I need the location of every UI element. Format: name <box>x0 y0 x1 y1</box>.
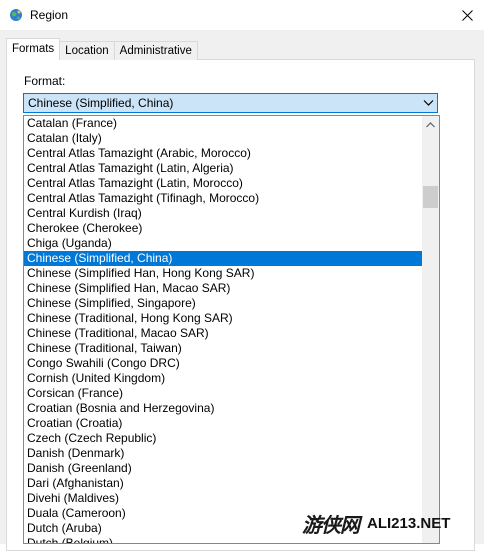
format-option[interactable]: Dari (Afghanistan) <box>24 476 422 491</box>
format-option[interactable]: Central Atlas Tamazight (Latin, Algeria) <box>24 161 422 176</box>
chevron-up-icon <box>426 121 435 127</box>
format-option[interactable]: Central Kurdish (Iraq) <box>24 206 422 221</box>
scroll-thumb[interactable] <box>423 186 438 208</box>
format-option[interactable]: Cherokee (Cherokee) <box>24 221 422 236</box>
format-option[interactable]: Chinese (Simplified Han, Hong Kong SAR) <box>24 266 422 281</box>
scroll-up-button[interactable] <box>422 116 439 133</box>
format-option[interactable]: Catalan (France) <box>24 116 422 131</box>
format-option[interactable]: Corsican (France) <box>24 386 422 401</box>
tab-strip: Formats Location Administrative <box>6 38 198 60</box>
tab-location[interactable]: Location <box>59 41 115 60</box>
tab-formats[interactable]: Formats <box>6 38 61 60</box>
format-dropdown-list[interactable]: Catalan (France) Catalan (Italy) Central A… <box>23 115 440 544</box>
format-option[interactable]: Chinese (Simplified Han, Macao SAR) <box>24 281 422 296</box>
window-title: Region <box>30 8 69 22</box>
format-option[interactable]: Czech (Czech Republic) <box>24 431 422 446</box>
watermark-en: ALI213.NET <box>367 514 451 532</box>
format-option[interactable]: Chinese (Traditional, Hong Kong SAR) <box>24 311 422 326</box>
format-option[interactable]: Congo Swahili (Congo DRC) <box>24 356 422 371</box>
format-option[interactable]: Croatian (Croatia) <box>24 416 422 431</box>
dialog-client-area: Formats Location Administrative Format: … <box>0 30 484 551</box>
watermark-logo: 游侠网 ALI213.NET <box>302 504 482 542</box>
tab-administrative[interactable]: Administrative <box>113 41 198 60</box>
vertical-scrollbar[interactable] <box>422 116 439 543</box>
format-option[interactable]: Cornish (United Kingdom) <box>24 371 422 386</box>
format-options: Catalan (France) Catalan (Italy) Central A… <box>24 116 422 543</box>
format-label: Format: <box>24 74 66 88</box>
format-option[interactable]: Chinese (Traditional, Macao SAR) <box>24 326 422 341</box>
format-option[interactable]: Chinese (Simplified, Singapore) <box>24 296 422 311</box>
globe-icon <box>9 8 23 22</box>
format-option[interactable]: Danish (Denmark) <box>24 446 422 461</box>
chevron-down-icon <box>423 100 434 106</box>
format-option[interactable]: Catalan (Italy) <box>24 131 422 146</box>
close-button[interactable] <box>450 0 484 30</box>
close-icon <box>461 9 473 21</box>
title-bar: Region <box>0 0 484 30</box>
format-option[interactable]: Central Atlas Tamazight (Latin, Morocco) <box>24 176 422 191</box>
format-option[interactable]: Central Atlas Tamazight (Tifinagh, Moroc… <box>24 191 422 206</box>
format-combobox[interactable]: Chinese (Simplified, China) <box>23 93 438 113</box>
format-option[interactable]: Danish (Greenland) <box>24 461 422 476</box>
format-option[interactable]: Chiga (Uganda) <box>24 236 422 251</box>
format-option[interactable]: Croatian (Bosnia and Herzegovina) <box>24 401 422 416</box>
format-option[interactable]: Central Atlas Tamazight (Arabic, Morocco… <box>24 146 422 161</box>
format-combobox-value: Chinese (Simplified, China) <box>28 96 174 110</box>
format-option[interactable]: Chinese (Simplified, China) <box>24 251 422 266</box>
watermark-cn: 游侠网 <box>302 512 360 537</box>
format-option[interactable]: Chinese (Traditional, Taiwan) <box>24 341 422 356</box>
